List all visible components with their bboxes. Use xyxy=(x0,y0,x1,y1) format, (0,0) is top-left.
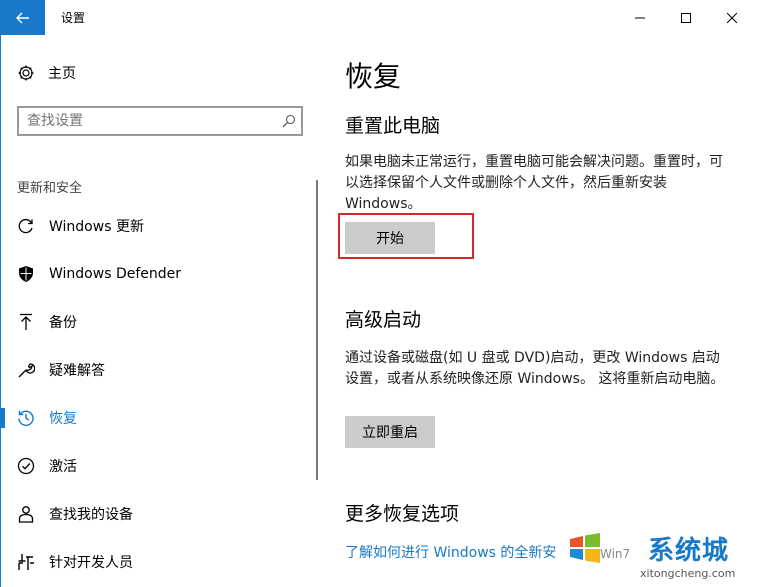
maximize-icon xyxy=(681,12,691,23)
section-header: 更新和安全 xyxy=(17,181,83,196)
sidebar-item-backup[interactable]: 备份 xyxy=(0,302,300,342)
refresh-icon xyxy=(18,218,33,234)
sidebar-item-label: 激活 xyxy=(49,459,77,475)
sidebar-home[interactable]: 主页 xyxy=(17,63,76,83)
windows-logo-icon xyxy=(570,533,600,563)
maximize-button[interactable] xyxy=(663,0,709,35)
start-button[interactable]: 开始 xyxy=(345,222,435,254)
search-box[interactable] xyxy=(17,106,303,136)
wrench-icon xyxy=(18,363,35,378)
sidebar-scrollbar[interactable] xyxy=(316,180,318,480)
sidebar: 主页 更新和安全 Windows 更新 Windows Defender 备份 xyxy=(0,35,320,587)
reset-heading: 重置此电脑 xyxy=(345,115,441,137)
shield-icon xyxy=(19,266,33,282)
watermark-main: 系统城 xyxy=(648,536,730,566)
more-recovery-heading: 更多恢复选项 xyxy=(345,503,460,525)
reset-description: 如果电脑未正常运行，重置电脑可能会解决问题。重置时，可以选择保留个人文件或删除个… xyxy=(345,154,723,212)
title-bar: 设置 xyxy=(0,0,757,35)
advanced-startup-description: 通过设备或磁盘(如 U 盘或 DVD)启动，更改 Windows 启动设置，或者… xyxy=(345,350,725,387)
sidebar-item-troubleshoot[interactable]: 疑难解答 xyxy=(0,350,300,390)
active-indicator xyxy=(0,408,5,428)
check-circle-icon xyxy=(17,457,35,475)
sidebar-item-label: 疑难解答 xyxy=(49,363,105,379)
close-button[interactable] xyxy=(709,0,755,35)
advanced-startup-heading: 高级启动 xyxy=(345,309,422,331)
sidebar-item-label: 恢复 xyxy=(49,411,77,427)
minimize-button[interactable] xyxy=(617,0,663,35)
search-input[interactable] xyxy=(27,112,267,130)
watermark-url: xitongcheng.com xyxy=(640,567,736,580)
sidebar-item-label: 针对开发人员 xyxy=(49,555,133,571)
watermark-mid: Win7 xyxy=(600,547,631,561)
clean-install-link[interactable]: 了解如何进行 Windows 的全新安 xyxy=(345,542,556,562)
sidebar-home-label: 主页 xyxy=(48,66,76,82)
sidebar-item-label: 备份 xyxy=(49,315,77,331)
person-locate-icon xyxy=(18,506,34,523)
search-icon[interactable] xyxy=(282,114,296,128)
back-button[interactable] xyxy=(0,0,45,35)
sidebar-item-label: Windows Defender xyxy=(49,266,182,282)
sidebar-item-for-developers[interactable]: 针对开发人员 xyxy=(0,542,300,582)
page-title: 恢复 xyxy=(345,60,402,93)
sidebar-item-activation[interactable]: 激活 xyxy=(0,446,300,486)
gear-icon xyxy=(18,65,34,81)
sidebar-item-label: 查找我的设备 xyxy=(49,507,133,523)
window-title: 设置 xyxy=(61,11,86,25)
watermark: Win7 系统城 xitongcheng.com xyxy=(560,525,757,587)
back-arrow-icon xyxy=(15,12,29,23)
history-icon xyxy=(18,410,34,427)
main-content: 恢复 重置此电脑 如果电脑未正常运行，重置电脑可能会解决问题。重置时，可以选择保… xyxy=(320,35,757,587)
sidebar-item-recovery[interactable]: 恢复 xyxy=(0,398,300,438)
sidebar-item-windows-defender[interactable]: Windows Defender xyxy=(0,254,300,294)
close-icon xyxy=(727,12,737,23)
sidebar-item-find-my-device[interactable]: 查找我的设备 xyxy=(0,494,300,534)
restart-now-button[interactable]: 立即重启 xyxy=(345,416,435,448)
sidebar-item-windows-update[interactable]: Windows 更新 xyxy=(0,206,300,246)
developer-tools-icon xyxy=(18,554,34,570)
backup-arrow-icon xyxy=(20,313,32,330)
sidebar-item-label: Windows 更新 xyxy=(49,219,144,235)
minimize-icon xyxy=(635,17,645,18)
